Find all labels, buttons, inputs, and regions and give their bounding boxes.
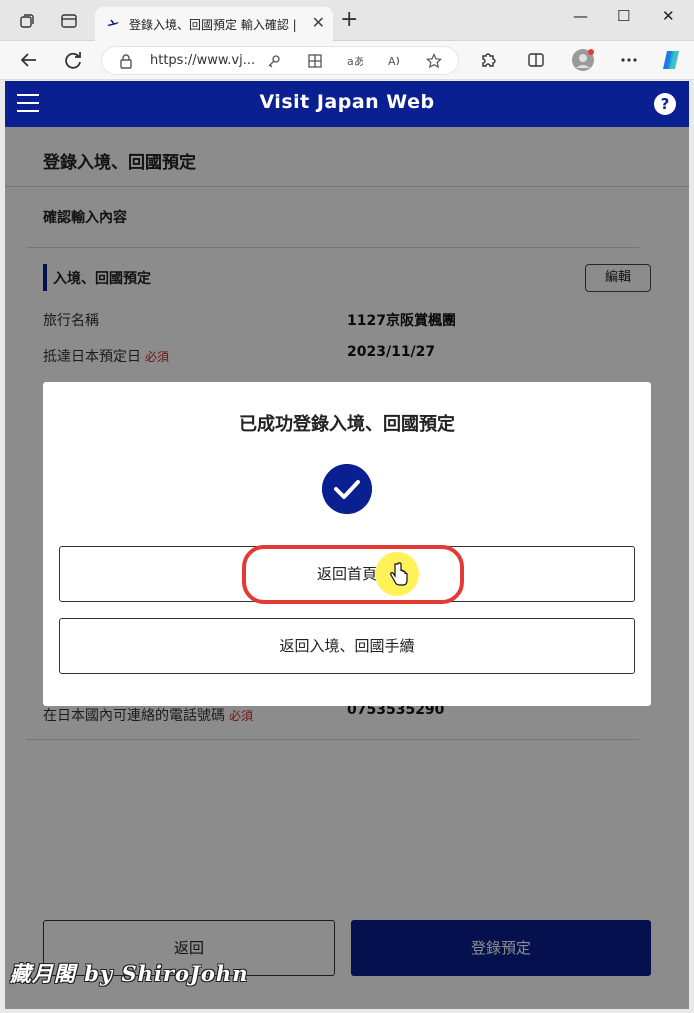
help-icon[interactable]: ?: [654, 93, 676, 115]
tab-close-icon[interactable]: ✕: [312, 13, 325, 33]
minimize-button[interactable]: —: [573, 6, 588, 26]
return-procedures-button[interactable]: 返回入境、回國手續: [59, 618, 635, 674]
tab-list-icon[interactable]: [60, 12, 78, 30]
modal-title: 已成功登錄入境、回國預定: [239, 414, 455, 435]
maximize-button[interactable]: ☐: [617, 6, 630, 26]
translate-icon[interactable]: aあ: [347, 53, 363, 69]
favorite-icon[interactable]: [426, 53, 442, 69]
refresh-icon[interactable]: [62, 49, 84, 71]
read-aloud-icon[interactable]: A: [387, 53, 403, 69]
back-icon[interactable]: [18, 49, 40, 71]
apps-icon[interactable]: [307, 53, 323, 69]
page-viewport: Visit Japan Web ? 登錄入境、回國預定 確認輸入內容 入境、回國…: [5, 81, 689, 1009]
app-header: Visit Japan Web ?: [5, 81, 689, 127]
svg-text:aあ: aあ: [347, 55, 363, 68]
svg-text:A: A: [388, 55, 396, 68]
brand-title: Visit Japan Web: [259, 91, 435, 113]
watermark: 藏月閣 by ShiroJohn: [10, 961, 249, 986]
close-window-button[interactable]: ✕: [662, 6, 675, 26]
hand-cursor-icon: [390, 562, 408, 586]
split-screen-icon[interactable]: [526, 50, 546, 70]
annotation-highlight: [242, 545, 464, 604]
more-icon[interactable]: [619, 50, 639, 70]
success-modal: 已成功登錄入境、回國預定 返回首頁 返回入境、回國手續: [43, 382, 651, 706]
extensions-icon[interactable]: [478, 50, 498, 70]
browser-toolbar: https://www.vj... aあ A: [0, 41, 694, 80]
browser-tab[interactable]: 登錄入境、回國預定 輸入確認 | V ✕: [95, 7, 333, 41]
key-icon[interactable]: [266, 53, 282, 69]
address-bar[interactable]: https://www.vj... aあ A: [101, 46, 459, 75]
tab-actions-icon[interactable]: [18, 12, 36, 30]
new-tab-button[interactable]: +: [340, 9, 358, 31]
lock-icon[interactable]: [119, 53, 133, 69]
check-icon: [322, 464, 372, 514]
favicon-icon: [107, 19, 119, 26]
url-text[interactable]: https://www.vj...: [150, 53, 255, 68]
tab-title: 登錄入境、回國預定 輸入確認 | V: [129, 18, 299, 32]
profile-icon[interactable]: [571, 48, 595, 72]
copilot-icon[interactable]: [660, 49, 682, 71]
browser-tab-bar: 登錄入境、回國預定 輸入確認 | V ✕ + — ☐ ✕: [0, 0, 694, 41]
